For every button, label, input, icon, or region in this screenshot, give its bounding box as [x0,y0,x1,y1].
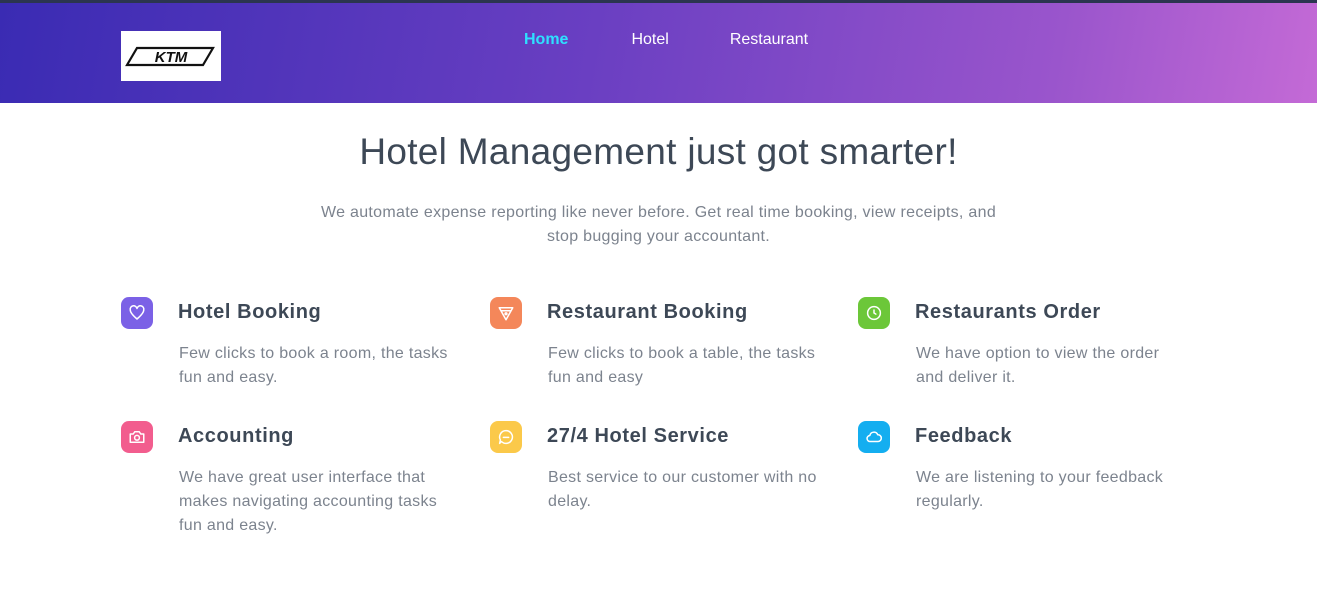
logo[interactable]: KTM [121,31,221,81]
cloud-icon [858,421,890,453]
site-header: KTM Home Hotel Restaurant [0,0,1317,103]
feature-description: Few clicks to book a table, the tasks fu… [548,345,816,386]
feature-description: We have great user interface that makes … [179,469,438,534]
chat-bubble-icon [490,421,522,453]
feature-description: We have option to view the order and del… [916,345,1160,386]
pizza-icon [490,297,522,329]
nav-hotel[interactable]: Hotel [631,31,668,49]
clock-icon [858,297,890,329]
feature-title: Restaurants Order [915,301,1101,323]
feature-title: Feedback [915,425,1013,447]
hero-subtitle: We automate expense reporting like never… [320,204,997,245]
hero-section: Hotel Management just got smarter! We au… [0,103,1317,249]
nav-home[interactable]: Home [524,31,568,49]
feature-title: Restaurant Booking [547,301,748,323]
feature-description: Few clicks to book a room, the tasks fun… [179,345,448,386]
page-title: Hotel Management just got smarter! [359,131,958,172]
ktm-logo-icon: KTM [125,46,215,67]
logo-text: KTM [155,49,188,66]
feature-title: 27/4 Hotel Service [547,425,730,447]
feature-description: We are listening to your feedback regula… [916,469,1164,510]
feature-description: Best service to our customer with no del… [548,469,817,510]
nav-restaurant[interactable]: Restaurant [730,31,808,49]
heart-icon [121,297,153,329]
main-nav: Home Hotel Restaurant [524,31,869,49]
camera-icon [121,421,153,453]
feature-title: Accounting [178,425,294,447]
feature-title: Hotel Booking [178,301,322,323]
